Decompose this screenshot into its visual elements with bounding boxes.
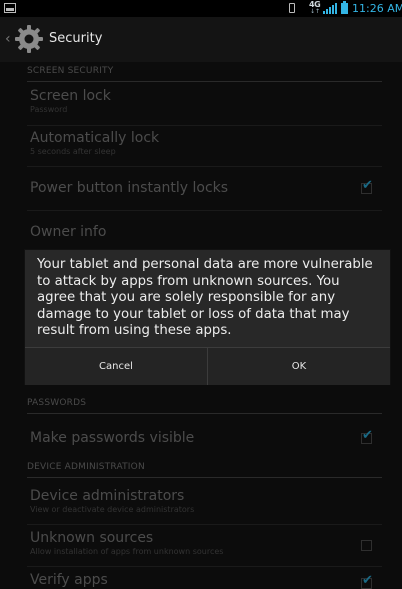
divider (27, 166, 382, 167)
setting-summary: 5 seconds after sleep (30, 147, 116, 156)
data-activity-icon: ↓↑ (310, 8, 321, 15)
divider (27, 125, 382, 126)
section-header-device-administration: DEVICE ADMINISTRATION (27, 460, 382, 478)
status-time: 11:26 AM (352, 2, 402, 15)
checkmark-icon: ✔ (362, 573, 373, 588)
setting-summary: Password (30, 105, 68, 114)
setting-device-administrators[interactable]: Device administrators View or deactivate… (30, 488, 380, 514)
setting-summary: View or deactivate device administrators (30, 505, 195, 514)
dialog-button-bar: Cancel OK (25, 347, 390, 385)
chevron-left-icon[interactable]: ‹ (5, 31, 11, 47)
setting-owner-info[interactable]: Owner info (30, 224, 380, 240)
setting-title: Make passwords visible (30, 430, 195, 446)
setting-unknown-sources[interactable]: Unknown sources Allow installation of ap… (30, 530, 380, 556)
battery-icon (341, 1, 348, 14)
divider (27, 524, 382, 525)
notification-icon (4, 3, 16, 13)
dialog-message: Your tablet and personal data are more v… (37, 257, 373, 338)
ok-button[interactable]: OK (208, 348, 390, 385)
checkmark-icon: ✔ (362, 178, 373, 193)
setting-title: Automatically lock (30, 130, 160, 146)
setting-title: Power button instantly locks (30, 180, 229, 196)
divider (27, 210, 382, 211)
setting-title: Verify apps (30, 572, 108, 588)
setting-title: Screen lock (30, 88, 111, 104)
vibrate-icon (289, 3, 295, 13)
setting-title: Owner info (30, 224, 107, 240)
divider (27, 566, 382, 567)
action-bar: ‹ Security (0, 17, 402, 62)
setting-make-passwords-visible[interactable]: Make passwords visible (30, 430, 380, 446)
unknown-sources-dialog: Your tablet and personal data are more v… (25, 250, 390, 385)
cancel-button[interactable]: Cancel (25, 348, 207, 385)
checkmark-icon: ✔ (362, 428, 373, 443)
setting-screen-lock[interactable]: Screen lock Password (30, 88, 380, 114)
setting-power-button-locks[interactable]: Power button instantly locks (30, 180, 380, 196)
unknown-sources-checkbox[interactable] (361, 540, 372, 551)
verify-apps-checkbox[interactable]: ✔ (361, 574, 373, 589)
setting-title: Unknown sources (30, 530, 154, 546)
setting-title: Device administrators (30, 488, 185, 504)
setting-summary: Allow installation of apps from unknown … (30, 547, 224, 556)
signal-icon (323, 3, 337, 14)
setting-automatically-lock[interactable]: Automatically lock 5 seconds after sleep (30, 130, 380, 156)
section-header-passwords: PASSWORDS (27, 396, 382, 414)
section-header-screen-security: SCREEN SECURITY (27, 64, 382, 82)
page-title: Security (49, 31, 103, 46)
setting-verify-apps[interactable]: Verify apps (30, 572, 380, 588)
power-button-checkbox[interactable]: ✔ (361, 179, 373, 194)
gear-icon[interactable] (13, 23, 45, 55)
status-bar: 4G ↓↑ 11:26 AM (0, 0, 402, 17)
make-passwords-visible-checkbox[interactable]: ✔ (361, 429, 373, 444)
